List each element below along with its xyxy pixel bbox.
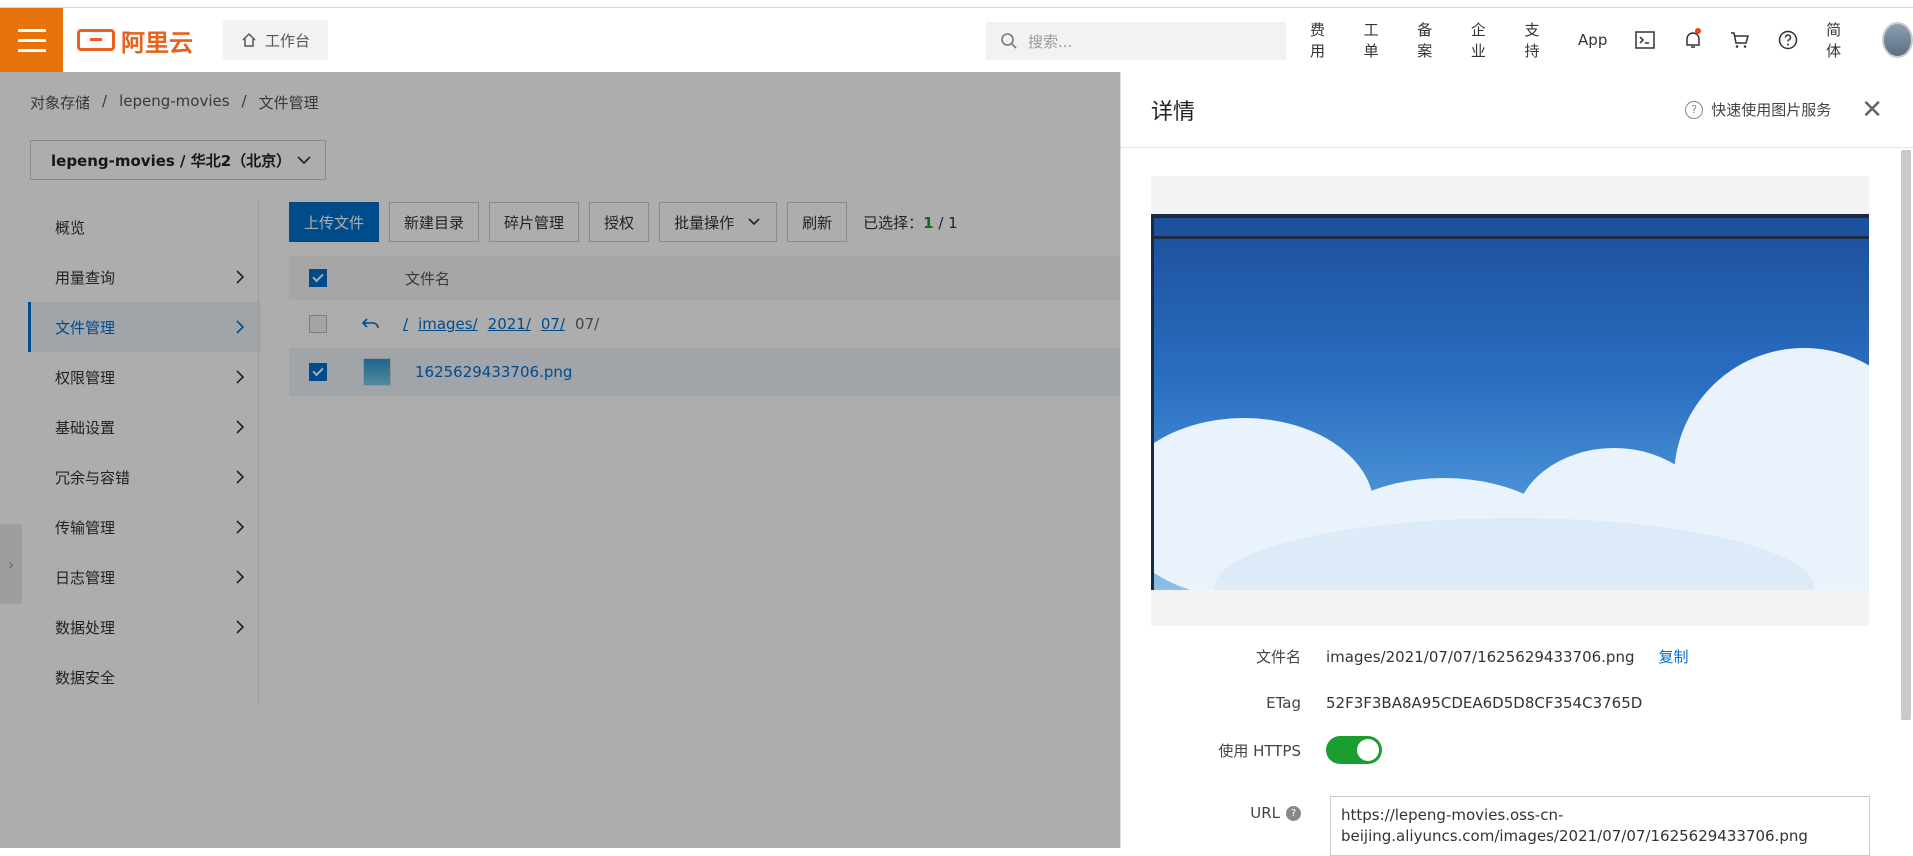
nav-enterprise[interactable]: 企业 [1471,19,1497,61]
drawer-title: 详情 [1151,99,1196,125]
question-icon: ? [1685,100,1704,119]
etag-label: ETag [1266,694,1301,712]
help-icon[interactable] [1778,29,1798,51]
modal-overlay[interactable] [0,72,1120,848]
question-icon[interactable]: ? [1286,805,1301,821]
image-service-help-label: 快速使用图片服务 [1711,101,1832,119]
top-nav: 费用 工单 备案 企业 支持 App 简体 [1310,8,1913,72]
nav-tickets[interactable]: 工单 [1364,19,1390,61]
workbench-button[interactable]: 工作台 [223,20,329,60]
https-toggle[interactable] [1326,736,1382,764]
field-url: URL? [1151,804,1301,822]
search-box[interactable]: 搜索... [986,22,1286,60]
terminal-icon[interactable] [1635,29,1656,51]
field-https: 使用 HTTPS [1151,736,1382,764]
drawer-scrollbar[interactable] [1901,150,1911,720]
search-placeholder: 搜索... [1028,32,1073,51]
filename-value: images/2021/07/07/1625629433706.png [1326,647,1635,666]
workbench-label: 工作台 [265,31,311,50]
logo-text: 阿里云 [121,28,193,57]
copy-link[interactable]: 复制 [1658,646,1688,667]
etag-value: 52F3F3BA8A95CDEA6D5D8CF354C3765D [1326,694,1643,712]
filename-label: 文件名 [1255,648,1301,666]
details-drawer: 详情 ? 快速使用图片服务 ✕ 文件名 images/2021/07/07/162… [1120,72,1913,848]
image-preview [1151,176,1869,626]
image-service-help-link[interactable]: ? 快速使用图片服务 [1685,99,1831,120]
nav-support[interactable]: 支持 [1524,19,1550,61]
home-icon [242,32,256,47]
search-icon [1001,33,1017,49]
field-filename: 文件名 images/2021/07/07/1625629433706.png … [1151,646,1689,667]
field-etag: ETag 52F3F3BA8A95CDEA6D5D8CF354C3765D [1151,694,1642,712]
avatar[interactable] [1881,22,1913,58]
close-icon[interactable]: ✕ [1861,97,1883,123]
nav-app[interactable]: App [1578,31,1607,49]
url-label: URL [1250,804,1280,822]
url-field[interactable]: https://lepeng-movies.oss-cn-beijing.ali… [1330,796,1870,856]
nav-icp[interactable]: 备案 [1417,19,1443,61]
nav-billing[interactable]: 费用 [1310,19,1336,61]
cart-icon[interactable] [1730,29,1750,51]
logo-mark-icon [77,29,115,51]
aliyun-logo[interactable]: 阿里云 [77,23,193,58]
https-label: 使用 HTTPS [1218,741,1301,760]
drawer-header: 详情 ? 快速使用图片服务 ✕ [1121,72,1913,148]
top-header: 阿里云 工作台 搜索... 费用 工单 备案 企业 支持 App 简体 [0,8,1913,72]
top-strip [0,0,1913,8]
menu-icon[interactable] [0,8,63,72]
language-switch[interactable]: 简体 [1826,19,1852,61]
bell-icon[interactable] [1683,28,1702,51]
preview-image [1151,214,1869,590]
